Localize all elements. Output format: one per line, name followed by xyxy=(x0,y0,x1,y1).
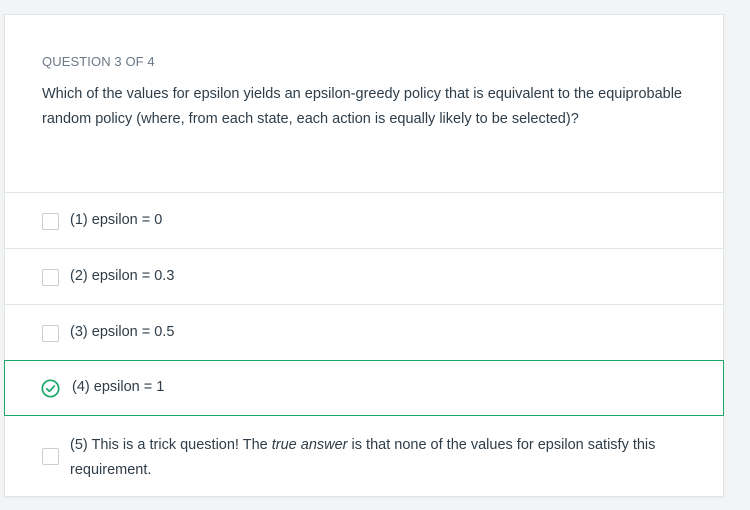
answer-option-4-selected[interactable]: (4) epsilon = 1 xyxy=(4,360,724,416)
checkbox-1[interactable] xyxy=(42,213,59,230)
answer-option-2[interactable]: (2) epsilon = 0.3 xyxy=(5,248,723,304)
option-label-1: (1) epsilon = 0 xyxy=(70,212,163,228)
question-header: QUESTION 3 OF 4 Which of the values for … xyxy=(5,15,723,192)
question-number: QUESTION 3 OF 4 xyxy=(42,54,155,69)
check-circle-icon[interactable] xyxy=(41,379,60,398)
quiz-card: QUESTION 3 OF 4 Which of the values for … xyxy=(4,14,724,497)
option-5-text-start: (5) This is a trick question! The xyxy=(70,437,272,453)
answer-option-3[interactable]: (3) epsilon = 0.5 xyxy=(5,304,723,360)
question-text: Which of the values for epsilon yields a… xyxy=(42,86,682,127)
option-label-3: (3) epsilon = 0.5 xyxy=(70,324,175,340)
answer-option-1[interactable]: (1) epsilon = 0 xyxy=(5,192,723,248)
checkbox-3[interactable] xyxy=(42,325,59,342)
checkbox-5[interactable] xyxy=(42,448,59,465)
option-label-2: (2) epsilon = 0.3 xyxy=(70,268,175,284)
option-label-5: (5) This is a trick question! The true a… xyxy=(70,433,700,483)
answer-option-5[interactable]: (5) This is a trick question! The true a… xyxy=(5,416,723,498)
option-5-emphasis: true answer xyxy=(271,437,348,453)
checkbox-2[interactable] xyxy=(42,269,59,286)
option-label-4: (4) epsilon = 1 xyxy=(72,379,165,395)
